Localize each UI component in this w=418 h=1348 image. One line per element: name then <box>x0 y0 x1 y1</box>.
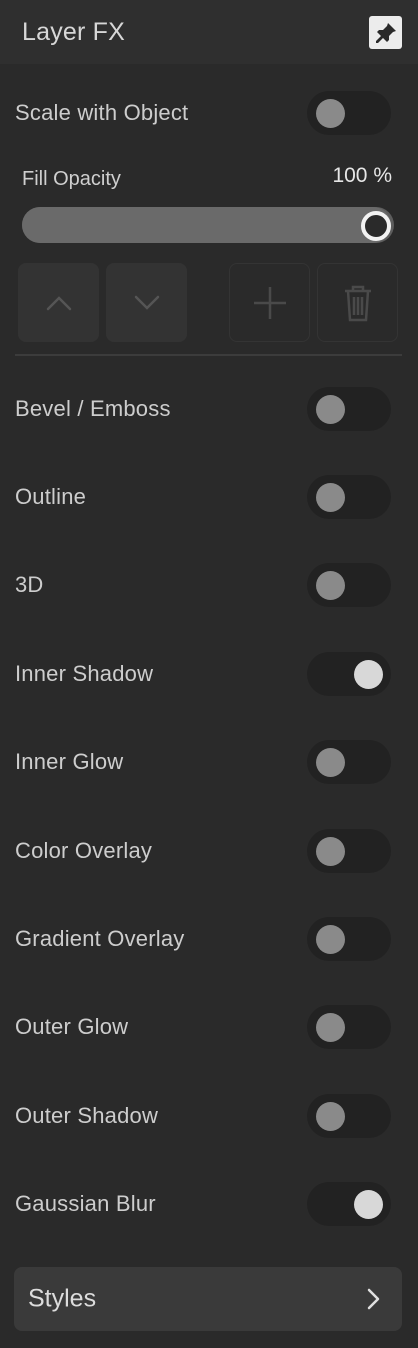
toggle-knob <box>316 571 345 600</box>
effect-toggle[interactable] <box>307 829 391 873</box>
effect-toggle[interactable] <box>307 1005 391 1049</box>
move-down-button[interactable] <box>106 263 187 342</box>
effect-label: Bevel / Emboss <box>15 396 171 421</box>
effect-label: Outer Glow <box>15 1014 129 1039</box>
styles-button[interactable]: Styles <box>14 1267 402 1331</box>
effect-label: 3D <box>15 572 44 597</box>
effect-toggle[interactable] <box>307 1094 391 1138</box>
effect-label: Gaussian Blur <box>15 1191 156 1216</box>
fill-opacity-slider[interactable] <box>22 207 394 243</box>
toggle-knob <box>316 395 345 424</box>
effect-row: Outline <box>0 473 418 521</box>
effect-toggle[interactable] <box>307 917 391 961</box>
effect-row: Inner Glow <box>0 738 418 786</box>
toggle-knob <box>316 1102 345 1131</box>
chevron-right-icon <box>367 1288 380 1310</box>
styles-label: Styles <box>28 1284 97 1313</box>
section-divider <box>15 354 402 356</box>
move-up-button[interactable] <box>18 263 99 342</box>
layer-fx-panel: Layer FX Scale with Object Fill Opacity … <box>0 0 418 1348</box>
effect-row: Color Overlay <box>0 827 418 875</box>
effect-label: Color Overlay <box>15 838 153 863</box>
toggle-knob <box>354 660 383 689</box>
effect-row: Gradient Overlay <box>0 915 418 963</box>
chevron-down-icon <box>134 295 159 310</box>
slider-fill <box>22 207 391 243</box>
toggle-knob <box>316 925 345 954</box>
effect-toggle[interactable] <box>307 652 391 696</box>
effect-label: Inner Glow <box>15 749 124 774</box>
chevron-up-icon <box>46 295 71 310</box>
effect-toggle[interactable] <box>307 563 391 607</box>
effect-label: Outline <box>15 484 87 509</box>
trash-icon <box>344 285 371 321</box>
effect-label: Inner Shadow <box>15 661 154 686</box>
toggle-knob <box>316 483 345 512</box>
plus-icon <box>253 286 286 319</box>
fill-opacity-label: Fill Opacity <box>22 168 121 190</box>
toggle-knob <box>316 1013 345 1042</box>
fill-opacity-value: 100 % <box>332 164 392 187</box>
scale-with-object-label: Scale with Object <box>15 100 189 125</box>
toggle-knob <box>316 748 345 777</box>
effect-row: 3D <box>0 561 418 609</box>
scale-with-object-toggle[interactable] <box>307 91 391 135</box>
effect-row: Inner Shadow <box>0 650 418 698</box>
effect-row: Gaussian Blur <box>0 1180 418 1228</box>
effect-toggle[interactable] <box>307 1182 391 1226</box>
panel-header: Layer FX <box>0 0 418 64</box>
effect-toggle[interactable] <box>307 387 391 431</box>
toggle-knob <box>316 99 345 128</box>
panel-title: Layer FX <box>22 18 126 46</box>
toggle-knob <box>316 837 345 866</box>
effect-toggle[interactable] <box>307 740 391 784</box>
pin-button[interactable] <box>369 16 402 49</box>
effect-row: Bevel / Emboss <box>0 385 418 433</box>
effect-toggle[interactable] <box>307 475 391 519</box>
toggle-knob <box>354 1190 383 1219</box>
pin-icon <box>375 22 396 43</box>
effect-row: Outer Shadow <box>0 1092 418 1140</box>
delete-effect-button[interactable] <box>317 263 398 342</box>
add-effect-button[interactable] <box>229 263 310 342</box>
slider-thumb[interactable] <box>361 211 391 241</box>
effect-row: Outer Glow <box>0 1003 418 1051</box>
scale-with-object-row: Scale with Object <box>0 89 418 137</box>
effect-label: Gradient Overlay <box>15 926 185 951</box>
effect-label: Outer Shadow <box>15 1103 159 1128</box>
